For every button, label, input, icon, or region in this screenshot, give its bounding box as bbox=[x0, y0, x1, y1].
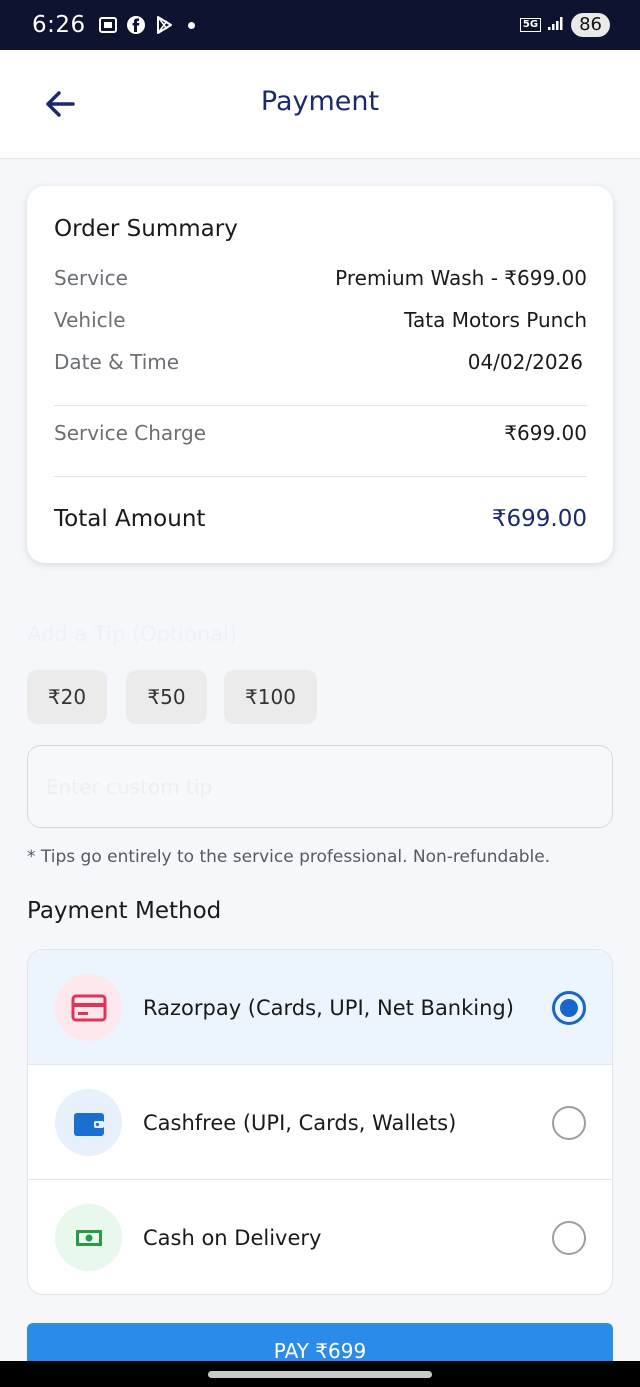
screenshot-icon bbox=[98, 15, 118, 35]
total-amount-value: ₹699.00 bbox=[491, 506, 587, 532]
radio-selected[interactable] bbox=[552, 990, 586, 1025]
divider bbox=[54, 476, 587, 477]
custom-tip-input[interactable] bbox=[27, 745, 613, 828]
wallet-icon bbox=[55, 1089, 122, 1156]
service-charge-label: Service Charge bbox=[54, 421, 207, 445]
total-amount-row: Total Amount ₹699.00 bbox=[54, 506, 587, 532]
summary-label: Vehicle bbox=[54, 308, 126, 332]
payment-option-label: Cashfree (UPI, Cards, Wallets) bbox=[143, 1110, 457, 1135]
total-amount-label: Total Amount bbox=[54, 506, 206, 532]
status-right: 5G 86 bbox=[519, 13, 610, 37]
payment-option-cashfree[interactable]: Cashfree (UPI, Cards, Wallets) bbox=[28, 1065, 612, 1180]
status-bar: 6:26 5G 86 bbox=[0, 0, 640, 50]
divider bbox=[54, 405, 587, 406]
summary-row-service: Service Premium Wash - ₹699.00 bbox=[54, 266, 587, 290]
payment-option-razorpay[interactable]: Razorpay (Cards, UPI, Net Banking) bbox=[28, 950, 612, 1065]
summary-value: Premium Wash - ₹699.00 bbox=[335, 266, 587, 290]
tip-note: * Tips go entirely to the service profes… bbox=[27, 847, 551, 867]
facebook-icon bbox=[126, 15, 146, 35]
status-notification-icons bbox=[98, 15, 195, 35]
credit-card-icon bbox=[55, 974, 122, 1041]
tip-section-label: Add a Tip (Optional) bbox=[27, 622, 238, 646]
payment-option-cash-on-delivery[interactable]: Cash on Delivery bbox=[28, 1180, 612, 1294]
payment-option-label: Cash on Delivery bbox=[143, 1225, 322, 1250]
payment-option-label: Razorpay (Cards, UPI, Net Banking) bbox=[143, 995, 514, 1020]
radio-unselected[interactable] bbox=[552, 1220, 586, 1255]
tip-chip-100[interactable]: ₹100 bbox=[224, 670, 317, 724]
network-badge: 5G bbox=[519, 18, 542, 32]
battery-indicator: 86 bbox=[571, 13, 610, 37]
system-nav-bar bbox=[0, 1361, 640, 1387]
app-bar: Payment bbox=[0, 50, 640, 159]
summary-label: Date & Time bbox=[54, 350, 180, 374]
summary-value: Tata Motors Punch bbox=[404, 308, 587, 332]
tip-chip-50[interactable]: ₹50 bbox=[126, 670, 207, 724]
summary-row-date-time: Date & Time 04/02/2026 bbox=[54, 350, 587, 374]
summary-row-vehicle: Vehicle Tata Motors Punch bbox=[54, 308, 587, 332]
order-summary-card: Order Summary Service Premium Wash - ₹69… bbox=[27, 186, 613, 563]
notification-dot-icon bbox=[187, 21, 195, 29]
tip-chip-20[interactable]: ₹20 bbox=[27, 670, 107, 724]
play-store-icon bbox=[154, 15, 174, 35]
service-charge-row: Service Charge ₹699.00 bbox=[54, 421, 587, 445]
signal-icon bbox=[547, 15, 565, 35]
service-charge-value: ₹699.00 bbox=[504, 421, 587, 445]
radio-unselected[interactable] bbox=[552, 1105, 586, 1140]
gesture-handle[interactable] bbox=[208, 1371, 432, 1378]
page-title: Payment bbox=[260, 86, 380, 117]
payment-method-list: Razorpay (Cards, UPI, Net Banking) Cashf… bbox=[27, 949, 613, 1295]
status-time: 6:26 bbox=[32, 12, 86, 38]
payment-method-title: Payment Method bbox=[27, 898, 222, 924]
cash-icon bbox=[55, 1204, 122, 1271]
order-summary-title: Order Summary bbox=[54, 216, 238, 242]
summary-label: Service bbox=[54, 266, 128, 290]
summary-value: 04/02/2026 bbox=[467, 350, 583, 374]
